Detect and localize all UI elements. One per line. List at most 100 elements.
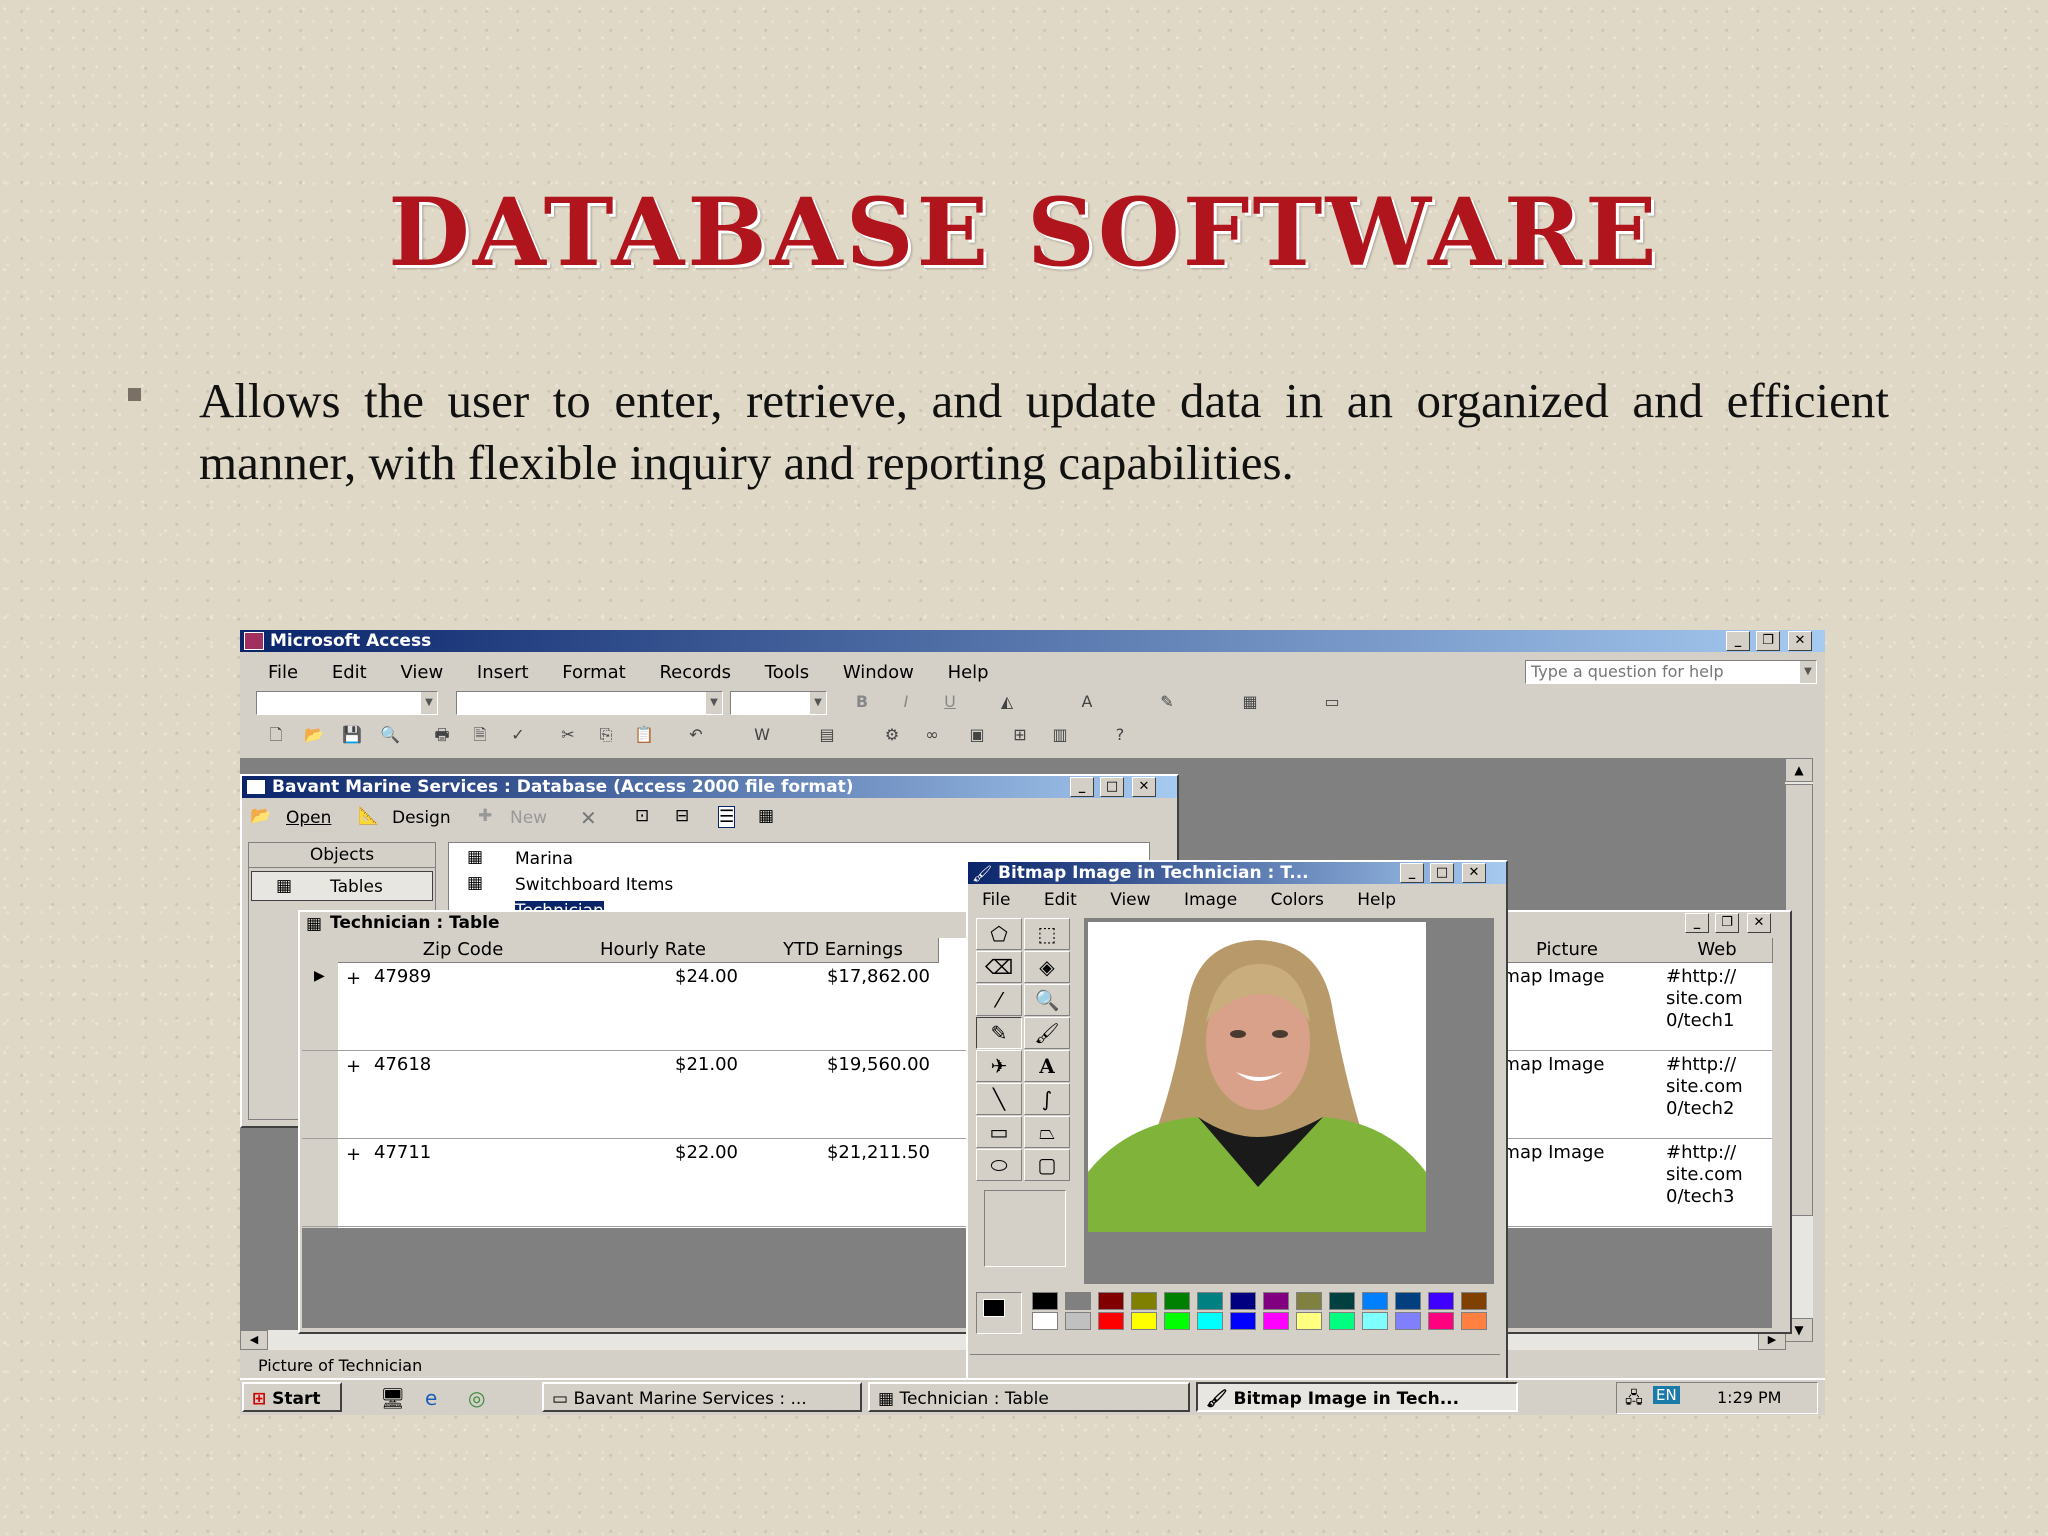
menu-file[interactable]: File bbox=[268, 662, 298, 683]
object-combo[interactable]: ▼ bbox=[256, 691, 438, 715]
palette-color-swatch[interactable] bbox=[1395, 1292, 1421, 1310]
relationships-icon[interactable]: ⊞ bbox=[1008, 724, 1032, 746]
picture-canvas[interactable] bbox=[1088, 922, 1426, 1232]
new-icon[interactable]: ✚ bbox=[478, 806, 492, 826]
ellipse-tool-icon[interactable]: ⬭ bbox=[976, 1149, 1022, 1181]
language-indicator[interactable]: EN bbox=[1653, 1386, 1680, 1404]
palette-color-swatch[interactable] bbox=[1098, 1312, 1124, 1330]
search-icon[interactable]: 🔍 bbox=[378, 724, 402, 746]
cell-rate[interactable]: $21.00 bbox=[558, 1054, 738, 1075]
spelling-icon[interactable]: ✓ bbox=[506, 724, 530, 746]
palette-color-swatch[interactable] bbox=[1197, 1312, 1223, 1330]
current-colors-box[interactable] bbox=[976, 1292, 1022, 1334]
palette-color-swatch[interactable] bbox=[1230, 1312, 1256, 1330]
font-size-combo[interactable]: ▼ bbox=[730, 691, 827, 715]
start-button[interactable]: ⊞ Start bbox=[242, 1382, 342, 1412]
paint-menu-file[interactable]: File bbox=[982, 890, 1010, 910]
column-header-zip[interactable]: Zip Code bbox=[368, 938, 559, 963]
color-picker-icon[interactable]: ⁄ bbox=[976, 984, 1022, 1016]
palette-color-swatch[interactable] bbox=[1395, 1312, 1421, 1330]
free-select-icon[interactable]: ⬠ bbox=[976, 918, 1022, 950]
paint-minimize-button[interactable]: _ bbox=[1400, 863, 1424, 883]
palette-color-swatch[interactable] bbox=[1098, 1292, 1124, 1310]
save-icon[interactable]: 💾 bbox=[340, 724, 364, 746]
menu-records[interactable]: Records bbox=[659, 662, 731, 683]
expand-icon[interactable]: + bbox=[346, 1144, 361, 1165]
palette-color-swatch[interactable] bbox=[1461, 1292, 1487, 1310]
table-minimize-button[interactable]: _ bbox=[1685, 913, 1709, 933]
internet-explorer-icon[interactable]: e bbox=[425, 1386, 437, 1410]
details-view-icon[interactable]: ▦ bbox=[758, 806, 774, 826]
palette-color-swatch[interactable] bbox=[1032, 1312, 1058, 1330]
brush-icon[interactable]: 🖌 bbox=[1024, 1017, 1070, 1049]
fill-color-icon[interactable]: ◭ bbox=[995, 691, 1019, 713]
font-combo[interactable]: ▼ bbox=[456, 691, 723, 715]
cut-icon[interactable]: ✂ bbox=[556, 724, 580, 746]
palette-color-swatch[interactable] bbox=[1164, 1312, 1190, 1330]
paint-menu-edit[interactable]: Edit bbox=[1044, 890, 1077, 910]
palette-color-swatch[interactable] bbox=[1230, 1292, 1256, 1310]
cell-web[interactable]: 0/tech1 bbox=[1666, 1010, 1734, 1031]
cell-ytd[interactable]: $19,560.00 bbox=[748, 1054, 930, 1075]
palette-color-swatch[interactable] bbox=[1065, 1292, 1091, 1310]
palette-color-swatch[interactable] bbox=[1329, 1292, 1355, 1310]
open-icon[interactable]: 📂 bbox=[250, 806, 271, 826]
help-dropdown-icon[interactable]: ▼ bbox=[1800, 661, 1816, 683]
cell-web[interactable]: 0/tech3 bbox=[1666, 1186, 1734, 1207]
cell-web[interactable]: site.com bbox=[1666, 1164, 1743, 1185]
palette-color-swatch[interactable] bbox=[1329, 1312, 1355, 1330]
restore-button[interactable]: ❐ bbox=[1756, 631, 1780, 651]
db-close-button[interactable]: ✕ bbox=[1132, 777, 1156, 797]
column-header-rate[interactable]: Hourly Rate bbox=[558, 938, 749, 963]
cell-ytd[interactable]: $21,211.50 bbox=[748, 1142, 930, 1163]
db-maximize-button[interactable]: □ bbox=[1100, 777, 1124, 797]
menu-tools[interactable]: Tools bbox=[765, 662, 809, 683]
script-icon[interactable]: ∞ bbox=[920, 724, 944, 746]
menu-help[interactable]: Help bbox=[948, 662, 989, 683]
expand-icon[interactable]: + bbox=[346, 1056, 361, 1077]
gridlines-icon[interactable]: ▦ bbox=[1238, 691, 1262, 713]
palette-color-swatch[interactable] bbox=[1197, 1292, 1223, 1310]
palette-color-swatch[interactable] bbox=[1164, 1292, 1190, 1310]
palette-color-swatch[interactable] bbox=[1032, 1292, 1058, 1310]
cell-web[interactable]: site.com bbox=[1666, 988, 1743, 1009]
palette-color-swatch[interactable] bbox=[1428, 1312, 1454, 1330]
cell-web[interactable]: 0/tech2 bbox=[1666, 1098, 1734, 1119]
underline-icon[interactable]: U bbox=[938, 691, 962, 713]
tables-object-item[interactable]: ▦ Tables bbox=[251, 871, 433, 901]
font-color-icon[interactable]: A bbox=[1075, 691, 1099, 713]
rect-select-icon[interactable]: ⬚ bbox=[1024, 918, 1070, 950]
text-tool-icon[interactable]: A bbox=[1024, 1050, 1070, 1082]
help-icon[interactable]: ? bbox=[1108, 724, 1132, 746]
design-icon[interactable]: 📐 bbox=[358, 806, 379, 826]
polygon-tool-icon[interactable]: ⏢ bbox=[1024, 1116, 1070, 1148]
paint-menu-image[interactable]: Image bbox=[1184, 890, 1237, 910]
table-close-button[interactable]: ✕ bbox=[1747, 913, 1771, 933]
column-header-web[interactable]: Web bbox=[1662, 938, 1773, 963]
new-file-icon[interactable]: 🗋 bbox=[264, 724, 288, 746]
cell-web[interactable]: #http:// bbox=[1666, 1142, 1736, 1163]
menu-format[interactable]: Format bbox=[562, 662, 625, 683]
pencil-icon[interactable]: ✎ bbox=[976, 1017, 1022, 1049]
show-desktop-icon[interactable]: 🖥 bbox=[380, 1386, 405, 1410]
palette-color-swatch[interactable] bbox=[1362, 1292, 1388, 1310]
taskbar-item-database[interactable]: ▭ Bavant Marine Services : ... bbox=[542, 1382, 862, 1412]
paint-maximize-button[interactable]: □ bbox=[1430, 863, 1454, 883]
outlook-icon[interactable]: ◎ bbox=[468, 1386, 485, 1410]
table-restore-button[interactable]: ❐ bbox=[1715, 913, 1739, 933]
list-item-marina[interactable]: Marina bbox=[515, 849, 573, 869]
italic-icon[interactable]: I bbox=[894, 691, 918, 713]
new-object-icon[interactable]: ▥ bbox=[1048, 724, 1072, 746]
paint-menu-view[interactable]: View bbox=[1110, 890, 1150, 910]
line-color-icon[interactable]: ✎ bbox=[1155, 691, 1179, 713]
palette-color-swatch[interactable] bbox=[1131, 1292, 1157, 1310]
delete-icon[interactable]: ✕ bbox=[580, 806, 597, 830]
eraser-icon[interactable]: ⌫ bbox=[976, 951, 1022, 983]
menu-window[interactable]: Window bbox=[843, 662, 914, 683]
palette-color-swatch[interactable] bbox=[1296, 1292, 1322, 1310]
scroll-up-icon[interactable]: ▲ bbox=[1785, 758, 1813, 782]
cell-web[interactable]: #http:// bbox=[1666, 966, 1736, 987]
objects-label[interactable]: Objects bbox=[249, 843, 435, 868]
cell-rate[interactable]: $22.00 bbox=[558, 1142, 738, 1163]
small-icons-icon[interactable]: ⊟ bbox=[675, 806, 689, 826]
